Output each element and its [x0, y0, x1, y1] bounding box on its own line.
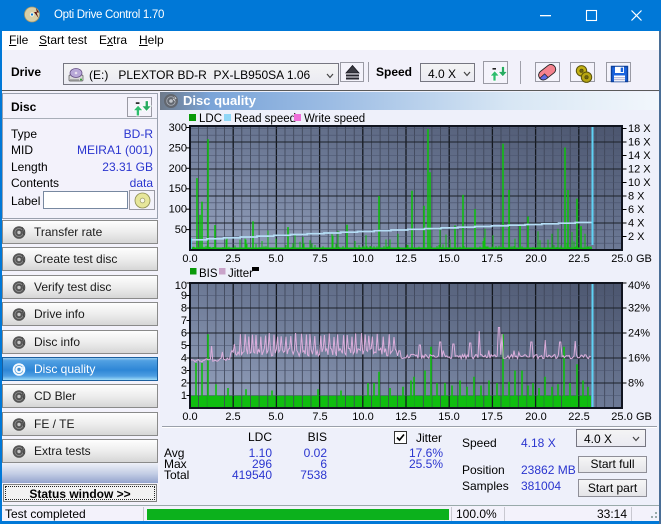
svg-text:100: 100: [169, 204, 187, 216]
svg-text:10: 10: [175, 280, 187, 292]
svg-text:8%: 8%: [628, 378, 644, 390]
svg-text:2 X: 2 X: [628, 231, 645, 243]
svg-text:4 X: 4 X: [628, 218, 645, 230]
svg-text:15.0: 15.0: [438, 411, 459, 423]
svg-text:10 X: 10 X: [628, 177, 651, 189]
svg-text:24%: 24%: [628, 328, 650, 340]
svg-text:GB: GB: [636, 411, 652, 423]
svg-text:15.0: 15.0: [438, 253, 459, 265]
svg-text:12.5: 12.5: [395, 411, 416, 423]
svg-text:16 X: 16 X: [628, 137, 651, 149]
svg-text:17.5: 17.5: [481, 411, 502, 423]
svg-text:17.5: 17.5: [481, 253, 502, 265]
svg-text:4: 4: [181, 353, 187, 365]
svg-text:BIS: BIS: [199, 268, 218, 280]
svg-text:25.0: 25.0: [611, 253, 632, 265]
svg-text:18 X: 18 X: [628, 123, 651, 135]
svg-text:7.5: 7.5: [312, 411, 327, 423]
svg-text:300: 300: [169, 122, 187, 134]
svg-text:150: 150: [169, 183, 187, 195]
svg-text:3: 3: [181, 365, 187, 377]
svg-text:0.0: 0.0: [182, 253, 197, 265]
svg-text:1: 1: [181, 390, 187, 402]
svg-text:20.0: 20.0: [525, 253, 546, 265]
svg-text:6 X: 6 X: [628, 204, 645, 216]
svg-text:200: 200: [169, 163, 187, 175]
svg-text:6: 6: [181, 328, 187, 340]
svg-text:2: 2: [181, 378, 187, 390]
svg-text:LDC: LDC: [199, 113, 222, 125]
svg-text:32%: 32%: [628, 303, 650, 315]
svg-text:50: 50: [175, 224, 187, 236]
svg-text:7.5: 7.5: [312, 253, 327, 265]
svg-text:2.5: 2.5: [225, 411, 240, 423]
svg-text:5.0: 5.0: [268, 253, 283, 265]
svg-text:22.5: 22.5: [568, 411, 589, 423]
svg-text:25.0: 25.0: [611, 411, 632, 423]
svg-text:7: 7: [181, 315, 187, 327]
svg-text:GB: GB: [636, 253, 652, 265]
svg-text:8: 8: [181, 303, 187, 315]
svg-text:5: 5: [181, 340, 187, 352]
svg-text:10.0: 10.0: [352, 411, 373, 423]
svg-text:Read speed: Read speed: [234, 113, 296, 125]
svg-text:Write speed: Write speed: [304, 113, 365, 125]
svg-text:250: 250: [169, 142, 187, 154]
svg-text:40%: 40%: [628, 280, 650, 292]
svg-text:2.5: 2.5: [225, 253, 240, 265]
svg-text:8 X: 8 X: [628, 191, 645, 203]
svg-text:12 X: 12 X: [628, 164, 651, 176]
svg-text:5.0: 5.0: [268, 411, 283, 423]
svg-text:14 X: 14 X: [628, 150, 651, 162]
svg-text:20.0: 20.0: [525, 411, 546, 423]
svg-text:22.5: 22.5: [568, 253, 589, 265]
svg-text:12.5: 12.5: [395, 253, 416, 265]
svg-text:10.0: 10.0: [352, 253, 373, 265]
svg-text:16%: 16%: [628, 353, 650, 365]
svg-text:0.0: 0.0: [182, 411, 197, 423]
svg-text:Jitter: Jitter: [228, 268, 253, 280]
